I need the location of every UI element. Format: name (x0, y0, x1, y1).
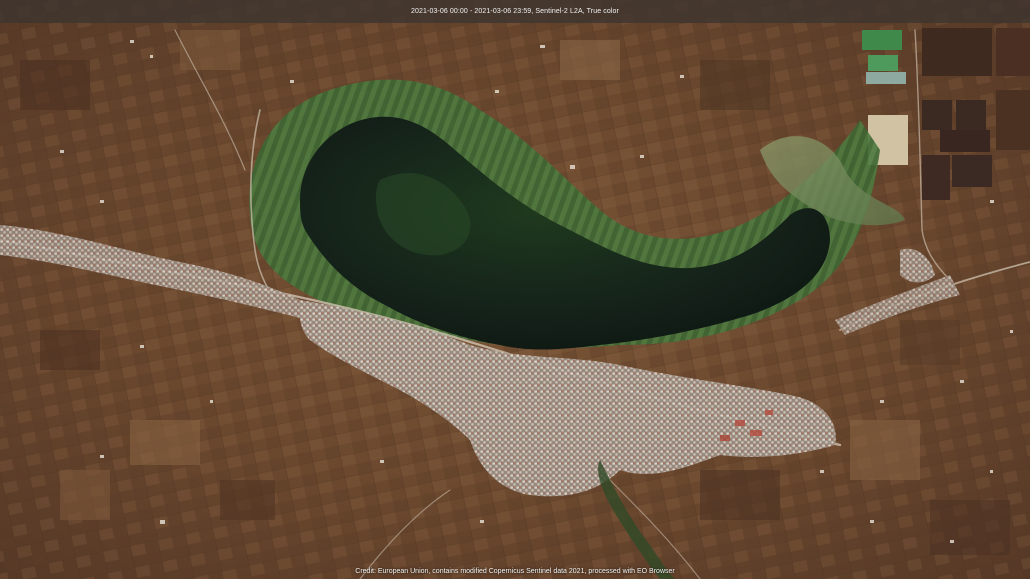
imagery-caption: 2021-03-06 00:00 - 2021-03-06 23:59, Sen… (411, 8, 619, 15)
satellite-imagery[interactable] (0, 0, 1030, 579)
imagery-credit: Credit: European Union, contains modifie… (355, 568, 675, 575)
imagery-info-bar: 2021-03-06 00:00 - 2021-03-06 23:59, Sen… (0, 0, 1030, 23)
satellite-map-view[interactable]: 2021-03-06 00:00 - 2021-03-06 23:59, Sen… (0, 0, 1030, 579)
